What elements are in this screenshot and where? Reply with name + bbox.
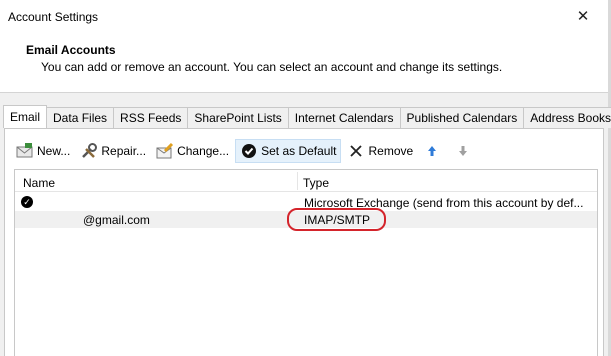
header-section: Email Accounts You can add or remove an … [0,32,608,92]
tab-rss-feeds[interactable]: RSS Feeds [113,107,189,128]
new-button[interactable]: New... [12,139,74,163]
toolbar: New... Repair... Change... Set as Defaul… [12,139,481,163]
column-name-header[interactable]: Name [23,176,55,190]
tab-address-books[interactable]: Address Books [523,107,611,128]
close-icon: ✕ [576,8,590,25]
default-account-icon: ✓ [21,196,33,208]
set-as-default-label: Set as Default [261,144,337,158]
tab-email[interactable]: Email [3,105,48,128]
repair-button[interactable]: Repair... [76,139,150,163]
header-description: You can add or remove an account. You ca… [41,60,503,74]
change-button[interactable]: Change... [152,139,233,163]
tab-sharepoint-lists[interactable]: SharePoint Lists [187,107,289,128]
header-title: Email Accounts [26,43,116,57]
accounts-list: Name Type ✓ Microsoft Exchange (send fro… [14,169,598,356]
account-row-exchange[interactable]: ✓ Microsoft Exchange (send from this acc… [15,194,597,211]
title-bar: Account Settings ✕ [0,0,611,32]
repair-button-label: Repair... [101,144,147,158]
remove-x-icon [347,142,365,160]
account-type: IMAP/SMTP [304,213,371,227]
account-name: @gmail.com [83,213,150,227]
tools-icon [80,142,98,160]
account-type: Microsoft Exchange (send from this accou… [304,196,584,210]
move-down-button[interactable] [450,139,479,163]
account-row-gmail[interactable]: @gmail.com IMAP/SMTP [15,211,597,228]
close-button[interactable]: ✕ [568,4,598,28]
move-up-button[interactable] [419,139,448,163]
tab-data-files[interactable]: Data Files [46,107,115,128]
tab-strip: Email Data Files RSS Feeds SharePoint Li… [3,105,611,128]
remove-button-label: Remove [368,144,414,158]
column-type-header[interactable]: Type [303,176,329,190]
change-account-icon [156,142,174,160]
column-divider[interactable] [297,172,298,190]
new-account-icon [16,142,34,160]
arrow-down-icon [454,142,472,160]
arrow-up-icon [423,142,441,160]
tab-internet-calendars[interactable]: Internet Calendars [287,107,401,128]
window-title: Account Settings [8,10,99,24]
remove-button[interactable]: Remove [343,139,417,163]
list-header: Name Type [15,170,597,192]
change-button-label: Change... [177,144,230,158]
set-as-default-button[interactable]: Set as Default [235,139,342,163]
checkmark-icon [240,142,258,160]
new-button-label: New... [37,144,71,158]
tab-published-calendars[interactable]: Published Calendars [399,107,525,128]
